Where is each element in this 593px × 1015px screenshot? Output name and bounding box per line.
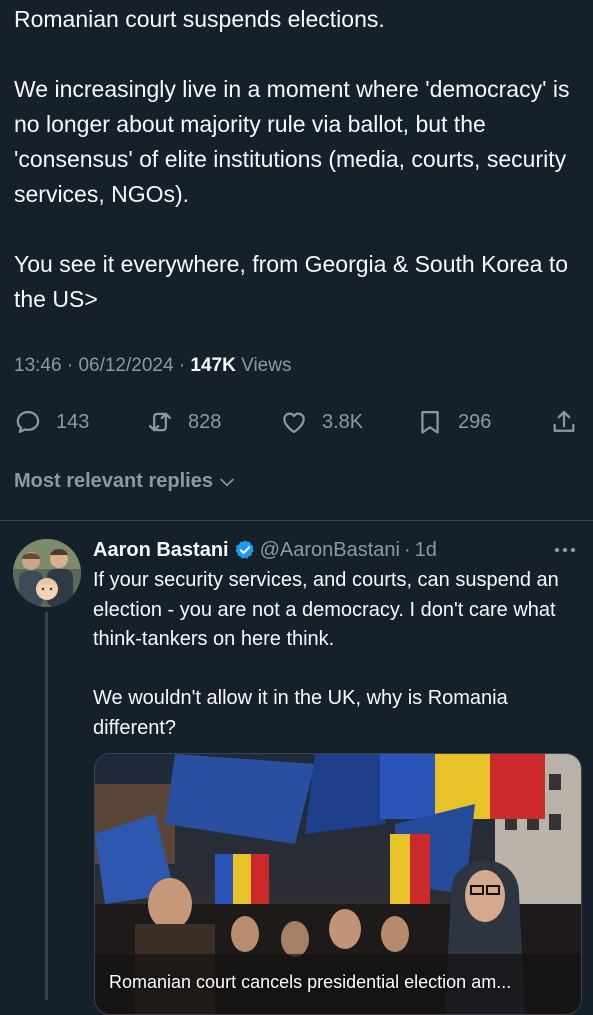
meta-separator: · [66, 355, 74, 376]
bookmark-count: 296 [458, 410, 492, 433]
like-count: 3.8K [322, 410, 364, 433]
tweet-text: Romanian court suspends elections. We in… [14, 6, 570, 312]
avatar-photo [13, 539, 81, 607]
meta-separator: · [178, 355, 186, 376]
reply-text: If your security services, and courts, c… [93, 569, 559, 739]
tweet-date[interactable]: 06/12/2024 [78, 355, 173, 376]
share-button[interactable] [550, 400, 592, 444]
tweet-time[interactable]: 13:46 [14, 355, 62, 376]
speech-bubble-icon [16, 410, 40, 434]
avatar[interactable] [13, 539, 81, 607]
replies-sort-dropdown[interactable]: Most relevant replies [14, 470, 237, 493]
reply-separator: · [403, 538, 411, 561]
tweet-metadata: 13:46 · 06/12/2024 · 147K Views [14, 355, 291, 377]
repost-button[interactable]: 828 [146, 400, 221, 444]
media-card[interactable]: Romanian court cancels presidential elec… [94, 753, 582, 1015]
repost-count: 828 [188, 410, 222, 433]
bookmark-button[interactable]: 296 [416, 400, 491, 444]
reply-age[interactable]: 1d [415, 539, 437, 562]
tweet-actions-bar: 143 828 3.8K 296 [14, 400, 582, 444]
chevron-down-icon [220, 478, 234, 486]
divider [0, 520, 593, 521]
share-upload-icon [553, 410, 575, 432]
reply-header: Aaron Bastani @AaronBastani · 1d [93, 536, 437, 564]
reply-button[interactable]: 143 [14, 400, 89, 444]
media-caption: Romanian court cancels presidential elec… [109, 972, 512, 992]
reply-author-handle[interactable]: @AaronBastani [260, 539, 400, 562]
more-dots-icon[interactable] [550, 538, 580, 562]
reply-count: 143 [56, 410, 90, 433]
views-label: Views [241, 355, 292, 376]
heart-icon [283, 412, 305, 434]
bookmark-icon [421, 410, 439, 434]
repost-arrows-icon [148, 412, 172, 432]
thread-line [45, 612, 48, 1000]
like-button[interactable]: 3.8K [280, 400, 363, 444]
views-count: 147K [190, 355, 236, 376]
reply-author-name[interactable]: Aaron Bastani [93, 539, 229, 562]
verified-badge-icon [235, 540, 254, 559]
replies-sort-label: Most relevant replies [14, 470, 213, 492]
